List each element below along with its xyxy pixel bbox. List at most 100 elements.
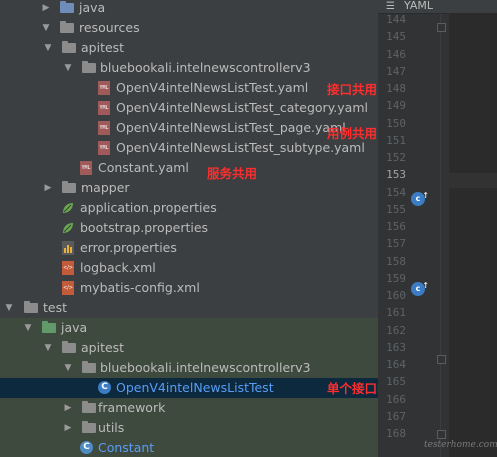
tree-label: OpenV4intelNewsListTest_page.yaml [116, 120, 346, 135]
project-tree: ▶ java ▼ resources ▼ apitest ▼ bluebooka… [0, 0, 378, 457]
tree-label: apitest [81, 340, 125, 355]
folder-icon [82, 61, 96, 75]
line-number: 153 [386, 168, 406, 182]
tree-row-xml-file[interactable]: </> mybatis-config.xml [0, 278, 378, 298]
tree-label: mapper [81, 180, 130, 195]
run-test-gutter-icon[interactable]: c [411, 279, 429, 296]
properties-file-icon [62, 241, 76, 255]
folder-icon [82, 361, 96, 375]
line-number: 158 [386, 254, 406, 268]
line-number: 152 [386, 151, 406, 164]
tree-label: OpenV4intelNewsListTest.yaml [116, 80, 309, 95]
spring-properties-icon [61, 201, 75, 215]
line-number: 148 [386, 82, 406, 95]
editor-tab-label: YAML [404, 0, 434, 12]
tree-row-properties-file[interactable]: error.properties [0, 238, 378, 258]
line-number: 156 [386, 220, 406, 233]
tree-row-mapper[interactable]: ▶ mapper [0, 178, 378, 198]
folder-icon [82, 421, 96, 435]
line-number: 160 [386, 289, 406, 302]
tree-label: apitest [81, 40, 125, 55]
line-number: 149 [386, 99, 406, 113]
line-number: 157 [386, 237, 406, 251]
line-number: 161 [386, 306, 406, 320]
tree-row-properties-file[interactable]: application.properties [0, 198, 378, 218]
tree-row-test-apitest[interactable]: ▼ apitest [0, 338, 378, 358]
collapse-arrow-icon[interactable]: ▼ [42, 338, 54, 358]
yaml-file-icon: YML [98, 101, 112, 115]
tree-row-test[interactable]: ▼ test [0, 298, 378, 318]
tree-label: framework [98, 400, 166, 415]
fold-marker-icon[interactable] [437, 430, 446, 439]
expand-arrow-icon[interactable]: ▶ [40, 0, 52, 18]
tree-label: OpenV4intelNewsListTest_category.yaml [116, 100, 368, 115]
tree-label: bluebookali.intelnewscontrollerv3 [100, 60, 311, 75]
yaml-file-icon: YML [98, 121, 112, 135]
collapse-arrow-icon[interactable]: ▼ [62, 58, 74, 78]
run-test-gutter-icon[interactable]: c [411, 189, 429, 206]
collapse-arrow-icon[interactable]: ▼ [22, 318, 34, 338]
expand-arrow-icon[interactable]: ▶ [42, 178, 54, 198]
tree-label: bluebookali.intelnewscontrollerv3 [100, 360, 311, 375]
tree-label: bootstrap.properties [80, 220, 209, 235]
tree-row-utils[interactable]: ▶ utils [0, 418, 378, 438]
fold-marker-icon[interactable] [437, 23, 446, 32]
collapse-arrow-icon[interactable]: ▼ [40, 18, 52, 38]
tree-row-yaml-file[interactable]: YML OpenV4intelNewsListTest_page.yaml [0, 118, 378, 138]
yaml-file-icon: YML [98, 141, 112, 155]
tree-row-java[interactable]: ▶ java [0, 0, 378, 18]
line-number: 168 [386, 427, 406, 440]
editor-tab[interactable]: ☰ YAML [378, 0, 497, 14]
editor-area[interactable] [449, 14, 497, 457]
folder-icon [62, 181, 76, 195]
line-number: 144 [386, 13, 406, 26]
tree-row-yaml-file[interactable]: YML OpenV4intelNewsListTest.yaml [0, 78, 378, 98]
watermark: testerhome.com [424, 440, 497, 450]
annotation-single-interface-test-suite: 单个接口的测试用例集 [327, 381, 378, 396]
tree-label: application.properties [80, 200, 217, 215]
tree-row-package[interactable]: ▼ bluebookali.intelnewscontrollerv3 [0, 58, 378, 78]
fold-marker-icon[interactable] [437, 355, 446, 364]
line-number: 159 [386, 271, 406, 285]
collapse-arrow-icon[interactable]: ▼ [62, 358, 74, 378]
class-icon: C [80, 441, 94, 455]
tree-row-properties-file[interactable]: bootstrap.properties [0, 218, 378, 238]
fold-guide [440, 14, 441, 457]
tree-label: logback.xml [80, 260, 156, 275]
expand-arrow-icon[interactable]: ▶ [62, 418, 74, 438]
collapse-arrow-icon[interactable]: ▼ [42, 38, 54, 58]
tree-label: Constant [98, 440, 155, 455]
tree-row-test-package[interactable]: ▼ bluebookali.intelnewscontrollerv3 [0, 358, 378, 378]
tree-label: java [79, 0, 106, 15]
folder-icon [24, 301, 38, 315]
tree-row-test-java[interactable]: ▼ java [0, 318, 378, 338]
expand-arrow-icon[interactable]: ▶ [62, 398, 74, 418]
tree-row-resources[interactable]: ▼ resources [0, 18, 378, 38]
test-class-icon: C [98, 381, 112, 395]
line-number: 162 [386, 323, 406, 337]
collapse-arrow-icon[interactable]: ▼ [3, 298, 15, 318]
tree-label: OpenV4intelNewsListTest [116, 380, 274, 395]
tree-label: mybatis-config.xml [80, 280, 200, 295]
tree-label: error.properties [80, 240, 177, 255]
current-line-highlight [449, 173, 497, 188]
tree-row-test-class-selected[interactable]: C OpenV4intelNewsListTest [0, 378, 378, 398]
line-number: 146 [386, 47, 406, 61]
folder-icon [62, 41, 76, 55]
tree-row-yaml-file[interactable]: YML Constant.yaml [0, 158, 378, 178]
line-number: 163 [386, 340, 406, 354]
tree-row-framework[interactable]: ▶ framework [0, 398, 378, 418]
line-number: 155 [386, 202, 406, 216]
line-number: 145 [386, 30, 406, 44]
folder-icon [82, 401, 96, 415]
tree-row-apitest[interactable]: ▼ apitest [0, 38, 378, 58]
line-number: 165 [386, 375, 406, 389]
folder-icon [60, 1, 74, 15]
tree-row-constant-class[interactable]: C Constant [0, 438, 378, 457]
annotation-service-shared: 服务共用 [207, 166, 258, 181]
tree-row-xml-file[interactable]: </> logback.xml [0, 258, 378, 278]
line-number: 164 [386, 358, 406, 371]
tree-row-yaml-file[interactable]: YML OpenV4intelNewsListTest_category.yam… [0, 98, 378, 118]
tree-row-yaml-file[interactable]: YML OpenV4intelNewsListTest_subtype.yaml [0, 138, 378, 158]
annotation-interface-shared: 接口共用 [327, 82, 378, 97]
